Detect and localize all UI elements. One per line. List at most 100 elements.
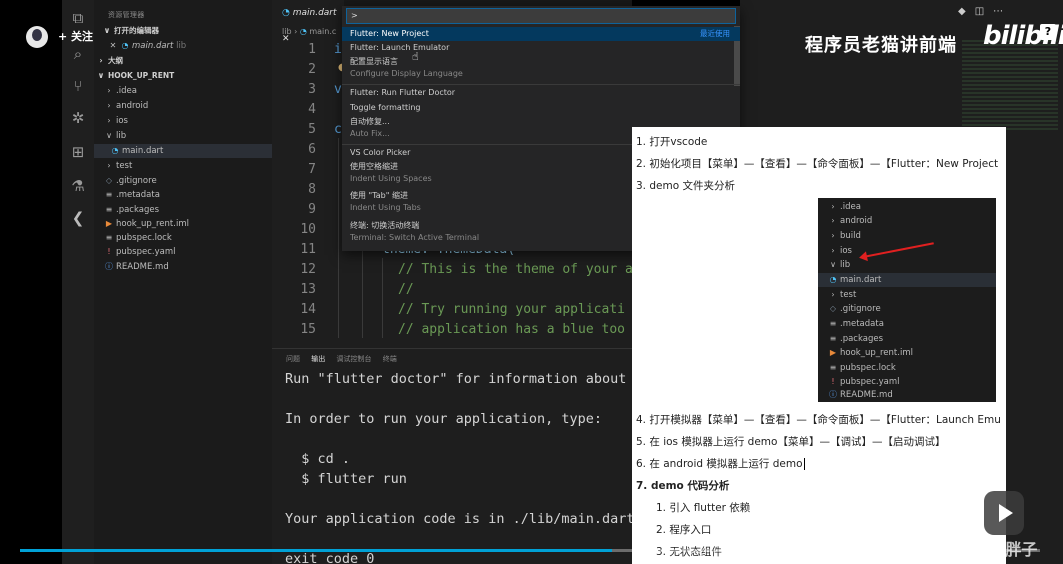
tree-item-pubspec-lock[interactable]: ≡ pubspec.lock	[104, 231, 172, 245]
follow-button[interactable]: + 关注	[58, 28, 93, 44]
shot-tree-label: pubspec.yaml	[840, 377, 900, 387]
tree-label: pubspec.yaml	[116, 247, 176, 257]
text-file-icon: ≡	[105, 205, 113, 214]
uploader-avatar[interactable]	[26, 26, 48, 48]
close-icon[interactable]: ✕	[108, 39, 118, 53]
palette-item-label: Flutter: Launch Emulator	[350, 43, 450, 52]
iml-file-icon: ▶	[829, 348, 837, 357]
tab-problems[interactable]: 问题	[286, 355, 300, 363]
tree-item-main-dart[interactable]: ◔ main.dart	[94, 144, 272, 158]
output-line: In order to run your application, type:	[285, 411, 602, 427]
yaml-file-icon: !	[107, 247, 111, 256]
dart-file-icon: ◔	[121, 41, 129, 50]
panel-tabs: 问题 输出 调试控制台 终端	[286, 354, 406, 364]
tree-label: android	[116, 101, 149, 111]
split-editor-icon[interactable]: ◫	[975, 6, 993, 17]
shot-tree-label: test	[840, 290, 857, 300]
tree-label: lib	[116, 131, 127, 141]
palette-item-launch-emulator[interactable]: Flutter: Launch Emulator	[342, 41, 740, 55]
tree-item-test[interactable]: › test	[104, 159, 132, 173]
doc-step: 1. 打开vscode	[636, 136, 708, 148]
dart-file-icon: ◔	[829, 275, 837, 284]
code-line: // Try running your applicati	[398, 302, 625, 317]
palette-item-toggle-formatting[interactable]: Toggle formatting	[342, 101, 740, 115]
tree-item-ios[interactable]: › ios	[104, 114, 128, 128]
line-number: 3	[308, 82, 316, 97]
recent-tag: 最近使用	[700, 29, 730, 38]
tree-item-metadata[interactable]: ≡ .metadata	[104, 188, 160, 202]
line-number: 11	[300, 242, 316, 257]
tree-item-gitignore[interactable]: ◇ .gitignore	[104, 174, 157, 188]
doc-substep: 2. 程序入口	[656, 524, 712, 536]
diamond-icon[interactable]: ◆	[958, 6, 975, 17]
crumb-dir[interactable]: lib	[282, 27, 292, 36]
minimap[interactable]	[962, 40, 1058, 132]
shot-tree-item: ≡ .metadata	[829, 319, 884, 329]
shot-tree-label: .packages	[840, 334, 884, 344]
command-palette-input[interactable]: >	[346, 8, 736, 24]
line-number: 4	[308, 102, 316, 117]
red-arrow-annotation	[862, 242, 934, 258]
shot-tree-label: lib	[840, 260, 851, 270]
git-file-icon: ◇	[829, 304, 837, 313]
line-number: 1	[308, 42, 316, 57]
tab-terminal[interactable]: 终端	[383, 355, 397, 363]
tree-item-pubspec-yaml[interactable]: ! pubspec.yaml	[104, 245, 176, 259]
tree-label: ios	[116, 116, 128, 126]
open-editors-header[interactable]: ∨ 打开的编辑器	[102, 24, 159, 38]
editor-tab-main-dart[interactable]: ◔ main.dart ✕	[272, 0, 344, 44]
tree-item-android[interactable]: › android	[104, 99, 148, 113]
crumb-file[interactable]: main.c	[309, 27, 336, 36]
text-file-icon: ≡	[105, 190, 113, 199]
play-button[interactable]	[984, 491, 1024, 535]
tree-item-iml[interactable]: ▶ hook_up_rent.iml	[104, 217, 189, 231]
output-line: Your application code is in ./lib/main.d…	[285, 511, 635, 527]
breadcrumb: lib › ◔ main.c	[282, 27, 337, 36]
shot-tree-item: ⓘ README.md	[828, 388, 893, 402]
shot-tree-item: ! pubspec.yaml	[828, 375, 900, 389]
chevron-right-icon: ›	[107, 86, 111, 95]
palette-item-new-project[interactable]: Flutter: New Project 最近使用	[342, 27, 740, 41]
git-file-icon: ◇	[105, 176, 113, 185]
text-caret: ​	[803, 458, 805, 470]
output-line: Run "flutter doctor" for information abo…	[285, 371, 627, 387]
palette-item-display-language[interactable]: 配置显示语言 Configure Display Language	[342, 56, 740, 80]
search-icon[interactable]: ⌕	[68, 44, 88, 64]
shot-tree-item: ≡ pubspec.lock	[829, 363, 896, 373]
shot-tree-item: ◇ .gitignore	[828, 302, 881, 316]
help-icon[interactable]: ?	[1040, 24, 1056, 40]
testing-icon[interactable]: ⚗	[68, 176, 88, 196]
debug-icon[interactable]: ✲	[68, 108, 88, 128]
open-editor-item[interactable]: ✕ ◔ main.dart lib	[108, 39, 187, 53]
line-number: 6	[308, 142, 316, 157]
tab-debug-console[interactable]: 调试控制台	[336, 355, 371, 363]
palette-item-label: Flutter: New Project	[350, 29, 429, 38]
tab-output[interactable]: 输出	[311, 355, 325, 363]
explorer-icon[interactable]: ⧉	[68, 8, 88, 28]
more-icon[interactable]: ⋯	[993, 6, 1012, 17]
doc-folder-screenshot: › .idea › android › build › ios ∨ lib ◔ main.d…	[818, 198, 996, 402]
tree-item-packages[interactable]: ≡ .packages	[104, 203, 159, 217]
outline-header[interactable]: › 大纲	[96, 54, 123, 68]
flutter-icon[interactable]: ❮	[68, 208, 88, 228]
shot-tree-item: › .idea	[831, 202, 861, 212]
text-file-icon: ≡	[105, 233, 113, 242]
tree-item-idea[interactable]: › .idea	[104, 84, 137, 98]
extensions-icon[interactable]: ⊞	[68, 142, 88, 162]
line-number: 7	[308, 162, 316, 177]
project-header[interactable]: ∨ HOOK_UP_RENT	[96, 69, 174, 83]
tree-label: hook_up_rent.iml	[116, 219, 189, 229]
shot-tree-label: pubspec.lock	[840, 363, 896, 373]
shot-tree-item: ≡ .packages	[829, 334, 884, 344]
shot-tree-label: .idea	[840, 202, 861, 212]
tree-item-lib[interactable]: ∨ lib	[104, 129, 126, 143]
palette-item-flutter-doctor[interactable]: Flutter: Run Flutter Doctor	[342, 86, 740, 100]
line-number: 13	[300, 282, 316, 297]
code-line: c	[334, 122, 342, 137]
explorer-sidebar: 资源管理器 ∨ 打开的编辑器 ✕ ◔ main.dart lib › 大纲 ∨ HOOK_…	[94, 0, 272, 564]
doc-step: 4. 打开模拟器【菜单】—【查看】—【命令面板】—【Flutter：Launch…	[636, 414, 1001, 426]
output-line: $ cd .	[285, 451, 351, 467]
shot-tree-item: ◔ main.dart	[818, 273, 996, 287]
tree-item-readme[interactable]: ⓘ README.md	[104, 260, 169, 274]
source-control-icon[interactable]: ⑂	[68, 76, 88, 96]
